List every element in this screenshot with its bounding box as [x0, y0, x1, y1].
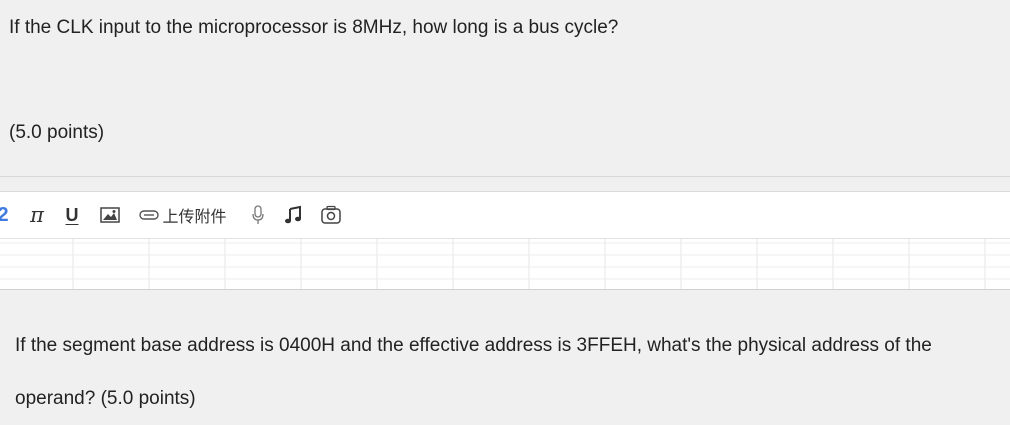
divider	[0, 176, 1010, 177]
paperclip-icon	[139, 210, 160, 220]
take-photo-button[interactable]	[320, 192, 342, 238]
underline-button[interactable]: U	[63, 192, 81, 238]
camera-icon	[321, 205, 341, 224]
upload-attachment-button[interactable]: 上传附件	[132, 192, 234, 238]
upload-attachment-label: 上传附件	[162, 209, 227, 226]
insert-image-button[interactable]	[99, 192, 121, 238]
question-1-text: If the CLK input to the microprocessor i…	[9, 17, 619, 38]
formula-label: 2	[0, 203, 9, 226]
insert-audio-button[interactable]	[283, 192, 303, 238]
record-audio-button[interactable]	[250, 192, 266, 238]
pi-symbol-button[interactable]: π	[27, 192, 47, 238]
image-icon	[100, 207, 120, 223]
question-2-text: If the segment base address is 0400H and…	[15, 335, 932, 409]
question-1-block: If the CLK input to the microprocessor i…	[0, 0, 1010, 176]
microphone-icon	[252, 205, 264, 224]
underline-label: U	[65, 204, 79, 225]
formula-button[interactable]: 2	[0, 192, 9, 238]
editor-toolbar: 2 π U 上传附件	[0, 192, 1010, 239]
question-2-block: If the segment base address is 0400H and…	[0, 290, 1010, 409]
answer-editor[interactable]: 2 π U 上传附件	[0, 191, 1010, 290]
answer-input-area[interactable]	[0, 239, 1010, 289]
answer-grid	[0, 239, 1010, 289]
question-1-points: (5.0 points)	[9, 122, 105, 143]
music-note-icon	[285, 205, 301, 224]
pi-label: π	[30, 203, 44, 227]
